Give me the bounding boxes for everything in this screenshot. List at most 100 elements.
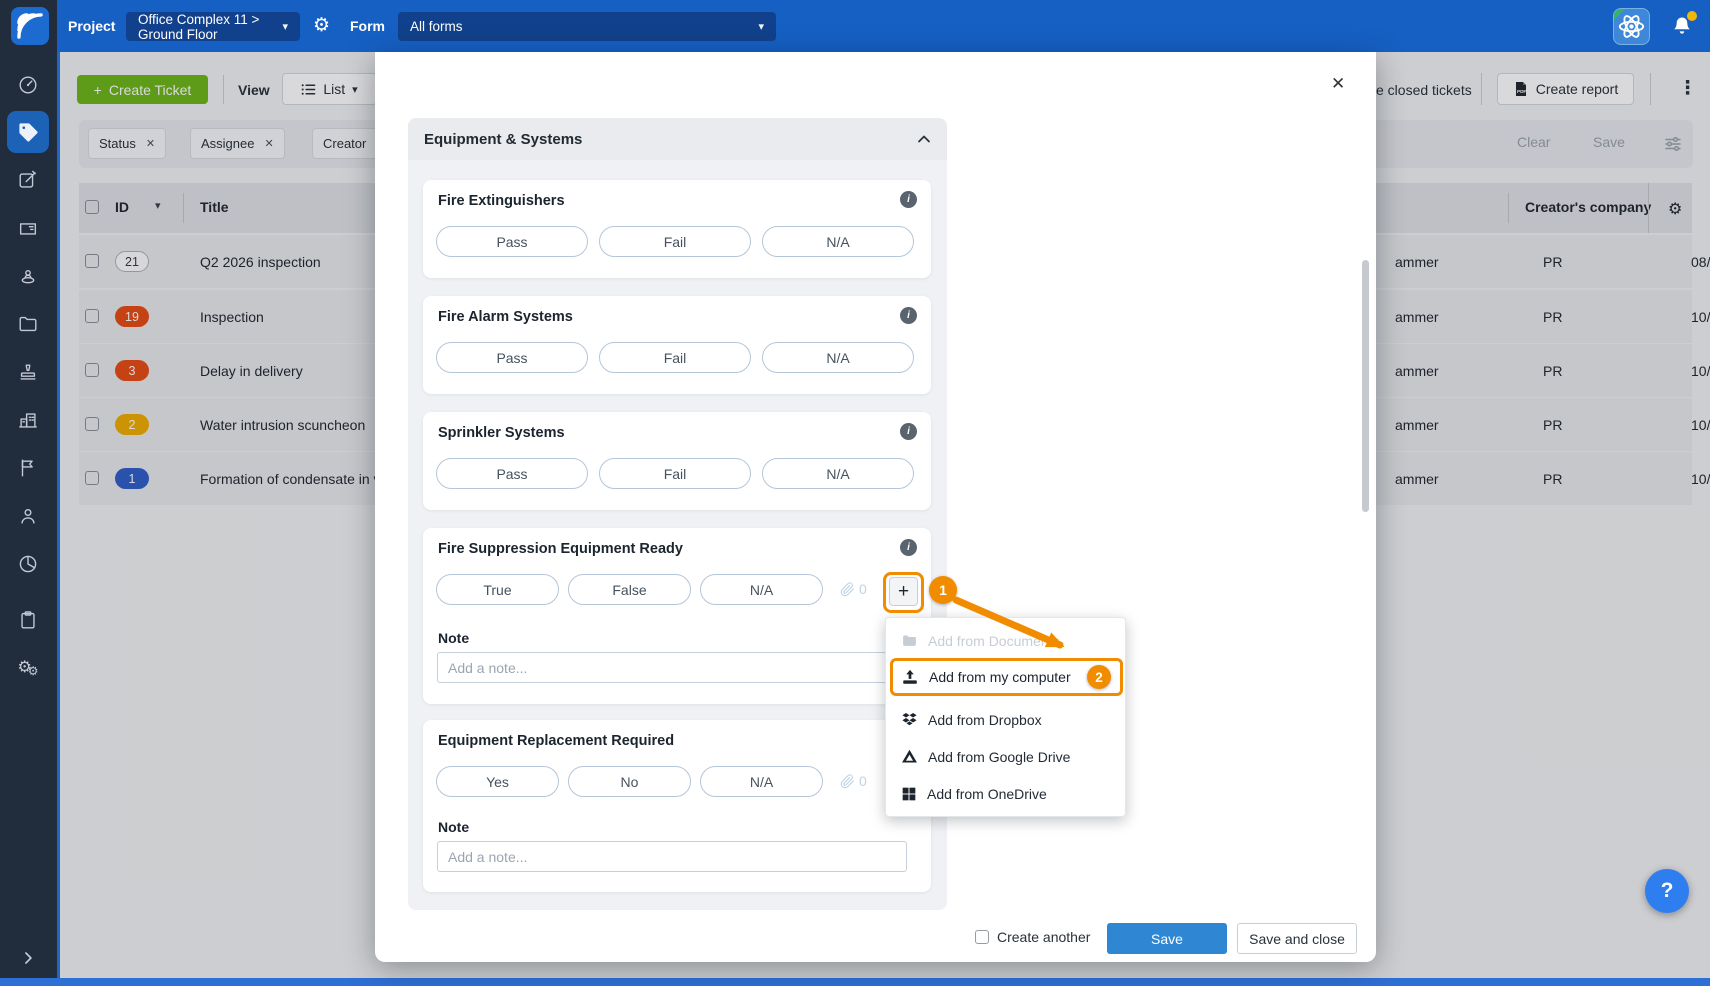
field-card-sprinkler-systems: Sprinkler Systems i Pass Fail N/A (423, 412, 931, 510)
field-label: Fire Extinguishers (438, 193, 565, 209)
stamp-icon (17, 361, 39, 383)
pie-chart-icon (17, 553, 39, 575)
menu-item-add-from-dropbox[interactable]: Add from Dropbox (886, 701, 1127, 738)
sidebar-item-people-locations[interactable] (7, 255, 49, 297)
option-pass[interactable]: Pass (436, 226, 588, 257)
sidebar-item-forms[interactable] (7, 159, 49, 201)
upload-icon (901, 668, 919, 686)
menu-item-label: Add from Dropbox (928, 712, 1042, 728)
paperclip-icon (840, 774, 855, 789)
close-icon[interactable]: ✕ (1331, 74, 1345, 94)
buildings-icon (17, 409, 39, 431)
menu-item-add-from-onedrive[interactable]: Add from OneDrive (886, 775, 1127, 812)
note-input[interactable] (437, 652, 907, 683)
create-another-checkbox[interactable] (975, 930, 989, 944)
add-attachment-button[interactable]: + (889, 577, 918, 606)
notifications-bell-button[interactable] (1670, 13, 1696, 41)
option-false[interactable]: False (568, 574, 691, 605)
chevron-up-icon[interactable] (917, 134, 931, 144)
plus-icon: + (898, 582, 909, 601)
step-1-badge-wrap: 1 (929, 576, 957, 604)
note-input[interactable] (437, 841, 907, 872)
sidebar-item-tasks-active[interactable] (7, 111, 49, 153)
sidebar-item-flags[interactable] (7, 447, 49, 489)
sidebar-item-settings[interactable]: ⚙⚙ (7, 646, 49, 688)
save-and-close-button[interactable]: Save and close (1237, 923, 1357, 954)
add-attachment-menu: Add from Documents Add from my computer … (885, 617, 1126, 817)
option-na[interactable]: N/A (700, 766, 823, 797)
sidebar-item-reports[interactable] (7, 543, 49, 585)
help-button[interactable]: ? (1645, 869, 1689, 913)
info-icon[interactable]: i (900, 307, 917, 324)
field-card-equipment-replacement: Equipment Replacement Required i Yes No … (423, 720, 931, 892)
option-na[interactable]: N/A (762, 458, 914, 489)
menu-item-add-from-documents[interactable]: Add from Documents (886, 622, 1127, 659)
sidebar-item-approvals[interactable] (7, 351, 49, 393)
sidebar-expand-button[interactable] (7, 937, 49, 979)
flag-icon (17, 457, 39, 479)
info-icon[interactable]: i (900, 423, 917, 440)
chevron-right-icon (18, 948, 38, 968)
field-label: Fire Suppression Equipment Ready (438, 541, 683, 557)
chevron-down-icon: ▾ (282, 20, 288, 33)
project-label: Project (68, 0, 115, 52)
menu-item-add-from-my-computer[interactable]: Add from my computer 2 (890, 658, 1123, 696)
integrations-atom-button[interactable] (1613, 8, 1650, 45)
logo-arcs-icon (11, 7, 49, 45)
sidebar-item-dashboard[interactable] (7, 64, 49, 106)
dropbox-icon (901, 711, 918, 728)
notification-dot (1687, 11, 1697, 21)
option-true[interactable]: True (436, 574, 559, 605)
option-pass[interactable]: Pass (436, 458, 588, 489)
option-na[interactable]: N/A (762, 226, 914, 257)
attachment-indicator: 0 (840, 581, 867, 597)
option-fail[interactable]: Fail (599, 458, 751, 489)
app-logo[interactable] (11, 7, 49, 45)
option-pass[interactable]: Pass (436, 342, 588, 373)
note-label: Note (438, 819, 469, 835)
sidebar-item-inspections[interactable] (7, 599, 49, 641)
option-no[interactable]: No (568, 766, 691, 797)
menu-item-label: Add from my computer (929, 669, 1071, 685)
top-bar: Project Office Complex 11 > Ground Floor… (0, 0, 1710, 52)
create-form-modal: ✕ Equipment & Systems Fire Extinguishers… (375, 52, 1376, 962)
menu-item-add-from-google-drive[interactable]: Add from Google Drive (886, 738, 1127, 775)
field-label: Fire Alarm Systems (438, 309, 573, 325)
clipboard-icon (17, 609, 39, 631)
form-label: Form (350, 0, 385, 52)
folder-icon (901, 632, 918, 649)
compose-form-icon (17, 169, 39, 191)
step-1-badge: 1 (929, 576, 957, 604)
sidebar-item-plans[interactable] (7, 207, 49, 249)
modal-scrollbar-thumb[interactable] (1362, 260, 1369, 512)
sidebar-item-company[interactable] (7, 399, 49, 441)
form-dropdown[interactable]: All forms ▾ (398, 12, 776, 41)
plans-icon (17, 217, 39, 239)
info-icon[interactable]: i (900, 191, 917, 208)
project-dropdown[interactable]: Office Complex 11 > Ground Floor ▾ (126, 12, 300, 41)
gears-icon-small: ⚙ (28, 664, 39, 678)
option-na[interactable]: N/A (762, 342, 914, 373)
info-icon[interactable]: i (900, 539, 917, 556)
section-title: Equipment & Systems (424, 131, 582, 148)
sidebar-item-files[interactable] (7, 303, 49, 345)
app-screen: Project Office Complex 11 > Ground Floor… (0, 0, 1710, 986)
screen-bottom-accent-strip (0, 978, 1710, 986)
create-another-label: Create another (997, 929, 1090, 945)
section-body: Fire Extinguishers i Pass Fail N/A Fire … (408, 160, 947, 910)
atom-green-corner (1614, 9, 1625, 20)
save-button[interactable]: Save (1107, 923, 1227, 954)
tag-icon (17, 121, 39, 143)
chevron-down-icon: ▾ (758, 20, 764, 33)
option-fail[interactable]: Fail (599, 226, 751, 257)
option-na[interactable]: N/A (700, 574, 823, 605)
section-header-equipment-systems[interactable]: Equipment & Systems (408, 118, 947, 160)
option-fail[interactable]: Fail (599, 342, 751, 373)
field-card-fire-suppression-ready: Fire Suppression Equipment Ready i True … (423, 528, 931, 704)
project-settings-gear-icon[interactable]: ⚙ (313, 0, 330, 52)
form-dropdown-value: All forms (410, 19, 463, 34)
sidebar-item-contacts[interactable] (7, 495, 49, 537)
option-yes[interactable]: Yes (436, 766, 559, 797)
google-drive-icon (901, 748, 918, 765)
logo-block (0, 0, 57, 52)
